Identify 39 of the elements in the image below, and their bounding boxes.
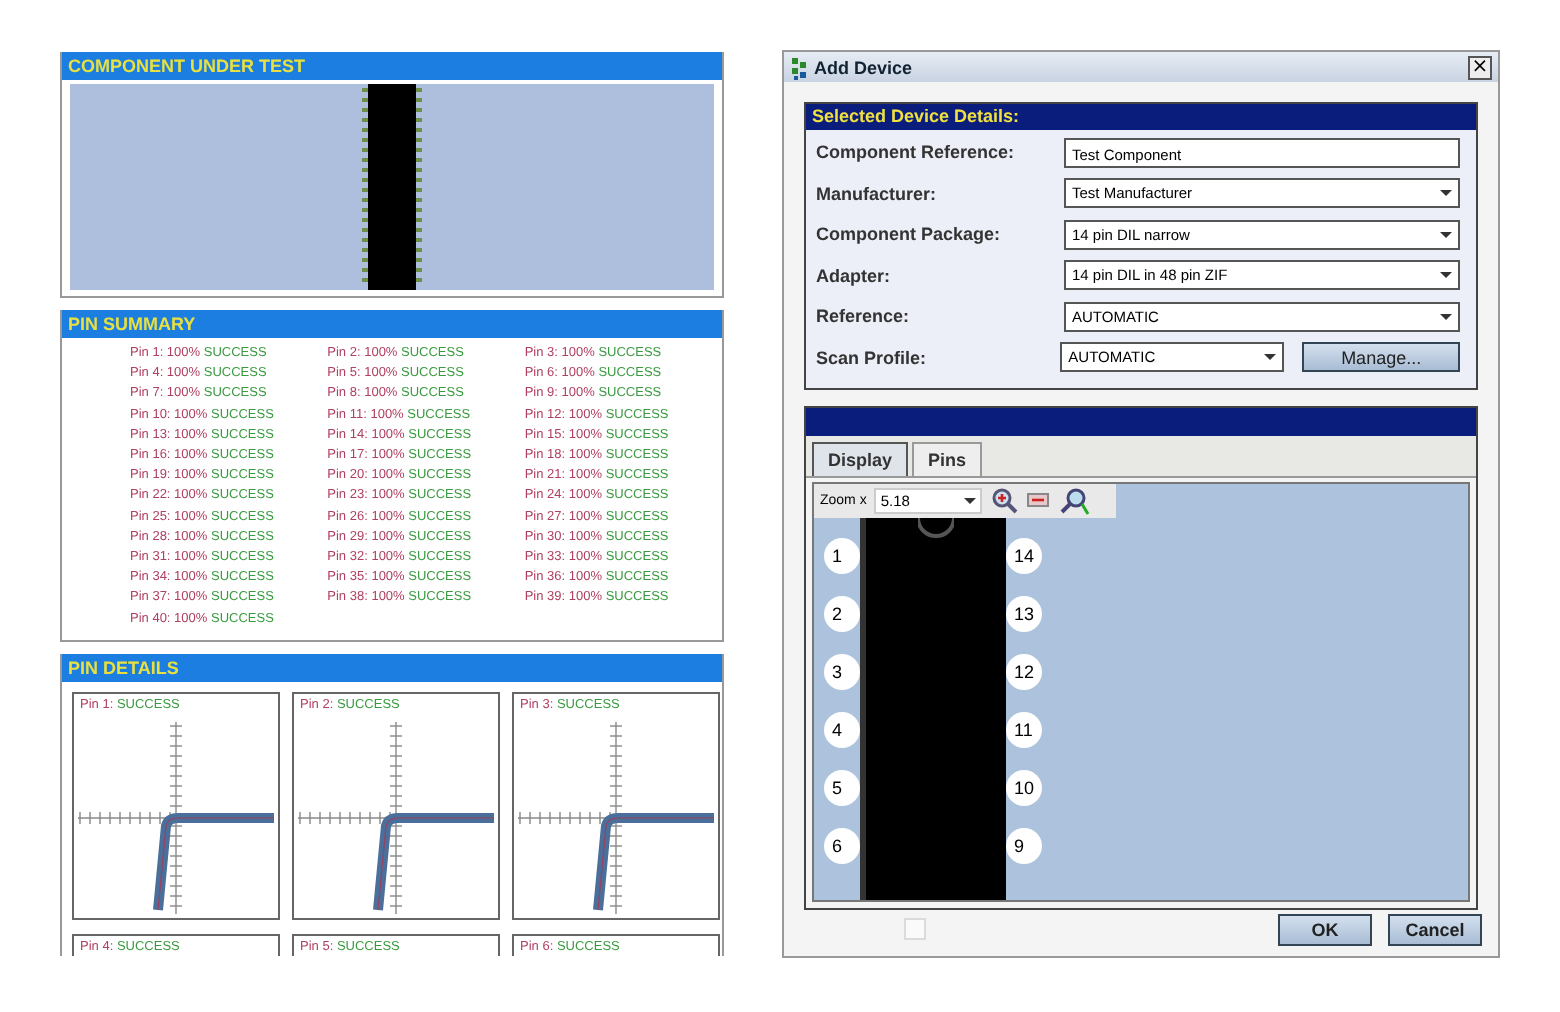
dialog-button[interactable]: Cancel (1388, 913, 1482, 945)
caret-icon (1264, 354, 1277, 360)
field-label: Adapter: (816, 265, 893, 285)
pin-number: 2 (824, 595, 860, 631)
caret-icon (964, 497, 977, 503)
pin-number: 4 (824, 711, 860, 747)
tab[interactable]: Display (812, 441, 909, 475)
pin-number: 12 (1006, 653, 1043, 689)
manage-button[interactable]: Manage... (1302, 342, 1460, 372)
caret-icon (1440, 231, 1452, 237)
pin-number: 3 (824, 653, 860, 689)
pin-number: 13 (1006, 595, 1043, 631)
pin-number: 6 (824, 827, 860, 863)
pin-number: 5 (824, 769, 860, 805)
section-header: COMPONENT UNDER TEST (62, 52, 722, 80)
field-label: Reference: (816, 306, 912, 326)
close-button[interactable]: × (1468, 55, 1492, 79)
caret-icon (1440, 272, 1452, 278)
pin-number: 14 (1006, 537, 1043, 573)
caret-icon (1440, 313, 1452, 319)
field-label: Manufacturer: (816, 183, 939, 203)
zoom-in-icon[interactable] (990, 486, 1019, 514)
zoom-fit-icon[interactable] (1060, 485, 1091, 515)
tab[interactable]: Pins (912, 441, 983, 475)
group-header: Selected Device Details: (806, 104, 1476, 130)
app-icon (790, 55, 808, 79)
section-header: PIN SUMMARY (62, 310, 722, 338)
notch-icon (918, 517, 954, 537)
pin-number: 9 (1006, 827, 1043, 863)
pin-number: 10 (1006, 769, 1043, 805)
pin-number: 1 (824, 537, 860, 573)
pin-number: 11 (1006, 711, 1043, 747)
field-label: Component Reference: (816, 142, 1017, 162)
caret-icon (1440, 190, 1452, 196)
field-label: Scan Profile: (816, 347, 929, 367)
window-title: Add Device (814, 57, 915, 77)
dialog-button[interactable]: OK (1278, 913, 1372, 945)
field-label: Component Package: (816, 224, 1003, 244)
section-header: PIN DETAILS (62, 653, 722, 682)
